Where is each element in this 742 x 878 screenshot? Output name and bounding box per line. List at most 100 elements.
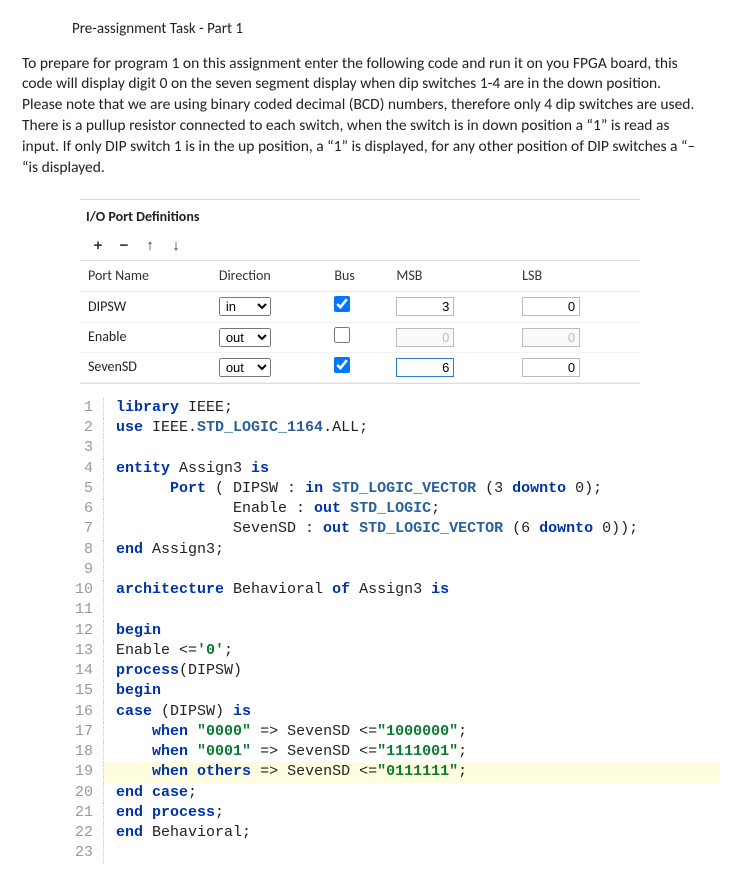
code-line: 9: [68, 560, 720, 580]
line-number: 14: [68, 661, 104, 681]
code-line: 23: [68, 843, 720, 863]
lsb-input: [522, 328, 580, 347]
code-source[interactable]: [104, 560, 720, 580]
col-msb: MSB: [388, 261, 514, 292]
move-up-button[interactable]: ↑: [138, 234, 162, 256]
code-line: 10architecture Behavioral of Assign3 is: [68, 580, 720, 600]
code-source[interactable]: Enable : out STD_LOGIC;: [104, 499, 720, 519]
line-number: 12: [68, 621, 104, 641]
io-port-definitions-panel: I/O Port Definitions + − ↑ ↓ Port Name D…: [80, 199, 640, 384]
line-number: 13: [68, 641, 104, 661]
move-down-button[interactable]: ↓: [164, 234, 188, 256]
code-line: 4entity Assign3 is: [68, 459, 720, 479]
intro-paragraph: To prepare for program 1 on this assignm…: [22, 54, 698, 180]
msb-input: [396, 328, 454, 347]
code-line: 5 Port ( DIPSW : in STD_LOGIC_VECTOR (3 …: [68, 479, 720, 499]
line-number: 8: [68, 540, 104, 560]
code-line: 7 SevenSD : out STD_LOGIC_VECTOR (6 down…: [68, 519, 720, 539]
line-number: 4: [68, 459, 104, 479]
code-source[interactable]: end Behavioral;: [104, 823, 720, 843]
col-port-name: Port Name: [80, 261, 211, 292]
code-line: 22end Behavioral;: [68, 823, 720, 843]
code-line: 8end Assign3;: [68, 540, 720, 560]
code-source[interactable]: [104, 843, 720, 863]
code-source[interactable]: case (DIPSW) is: [104, 702, 720, 722]
line-number: 17: [68, 722, 104, 742]
code-source[interactable]: library IEEE;: [104, 398, 720, 418]
code-source[interactable]: entity Assign3 is: [104, 459, 720, 479]
direction-select[interactable]: inoutinout: [219, 328, 271, 347]
bus-checkbox[interactable]: [334, 296, 350, 312]
code-line: 17 when "0000" => SevenSD <="1000000";: [68, 722, 720, 742]
code-source[interactable]: begin: [104, 621, 720, 641]
code-line: 14process(DIPSW): [68, 661, 720, 681]
code-line: 13Enable <='0';: [68, 641, 720, 661]
code-line: 1library IEEE;: [68, 398, 720, 418]
code-source[interactable]: [104, 600, 720, 620]
code-source[interactable]: end process;: [104, 803, 720, 823]
code-line: 6 Enable : out STD_LOGIC;: [68, 499, 720, 519]
code-source[interactable]: end Assign3;: [104, 540, 720, 560]
line-number: 10: [68, 580, 104, 600]
code-source[interactable]: use IEEE.STD_LOGIC_1164.ALL;: [104, 418, 720, 438]
line-number: 3: [68, 438, 104, 458]
code-line: 2use IEEE.STD_LOGIC_1164.ALL;: [68, 418, 720, 438]
direction-select[interactable]: inoutinout: [219, 358, 271, 377]
io-section-title: I/O Port Definitions: [80, 200, 640, 232]
table-row: SevenSD inoutinout: [80, 352, 640, 382]
code-line: 3: [68, 438, 720, 458]
line-number: 23: [68, 843, 104, 863]
code-source[interactable]: when "0000" => SevenSD <="1000000";: [104, 722, 720, 742]
bus-checkbox[interactable]: [334, 327, 350, 343]
code-source[interactable]: when "0001" => SevenSD <="1111001";: [104, 742, 720, 762]
add-port-button[interactable]: +: [86, 234, 110, 256]
msb-input[interactable]: [396, 358, 454, 377]
table-row: DIPSW inoutinout: [80, 292, 640, 322]
code-line: 19 when others => SevenSD <="0111111";: [68, 762, 720, 782]
code-source[interactable]: when others => SevenSD <="0111111";: [104, 762, 720, 782]
direction-select[interactable]: inoutinout: [219, 297, 271, 316]
line-number: 1: [68, 398, 104, 418]
line-number: 2: [68, 418, 104, 438]
code-source[interactable]: SevenSD : out STD_LOGIC_VECTOR (6 downto…: [104, 519, 720, 539]
line-number: 6: [68, 499, 104, 519]
code-line: 12begin: [68, 621, 720, 641]
page-title: Pre-assignment Task - Part 1: [72, 20, 670, 40]
code-line: 15begin: [68, 681, 720, 701]
code-source[interactable]: [104, 438, 720, 458]
line-number: 9: [68, 560, 104, 580]
code-source[interactable]: begin: [104, 681, 720, 701]
lsb-input[interactable]: [522, 358, 580, 377]
remove-port-button[interactable]: −: [112, 234, 136, 256]
line-number: 11: [68, 600, 104, 620]
table-row: Enable inoutinout: [80, 322, 640, 352]
line-number: 5: [68, 479, 104, 499]
line-number: 7: [68, 519, 104, 539]
line-number: 16: [68, 702, 104, 722]
line-number: 21: [68, 803, 104, 823]
col-direction: Direction: [211, 261, 327, 292]
line-number: 19: [68, 762, 104, 782]
col-lsb: LSB: [514, 261, 640, 292]
code-line: 18 when "0001" => SevenSD <="1111001";: [68, 742, 720, 762]
io-toolbar: + − ↑ ↓: [80, 232, 640, 261]
msb-input[interactable]: [396, 297, 454, 316]
port-name-cell[interactable]: SevenSD: [80, 352, 211, 382]
code-line: 11: [68, 600, 720, 620]
code-source[interactable]: architecture Behavioral of Assign3 is: [104, 580, 720, 600]
code-line: 16case (DIPSW) is: [68, 702, 720, 722]
bus-checkbox[interactable]: [334, 357, 350, 373]
line-number: 22: [68, 823, 104, 843]
code-source[interactable]: process(DIPSW): [104, 661, 720, 681]
code-editor: 1library IEEE;2use IEEE.STD_LOGIC_1164.A…: [68, 398, 720, 864]
code-source[interactable]: Port ( DIPSW : in STD_LOGIC_VECTOR (3 do…: [104, 479, 720, 499]
code-line: 21end process;: [68, 803, 720, 823]
line-number: 15: [68, 681, 104, 701]
lsb-input[interactable]: [522, 297, 580, 316]
port-name-cell[interactable]: DIPSW: [80, 292, 211, 322]
port-name-cell[interactable]: Enable: [80, 322, 211, 352]
col-bus: Bus: [326, 261, 388, 292]
code-source[interactable]: Enable <='0';: [104, 641, 720, 661]
line-number: 18: [68, 742, 104, 762]
io-port-table: Port Name Direction Bus MSB LSB DIPSW ino…: [80, 261, 640, 383]
